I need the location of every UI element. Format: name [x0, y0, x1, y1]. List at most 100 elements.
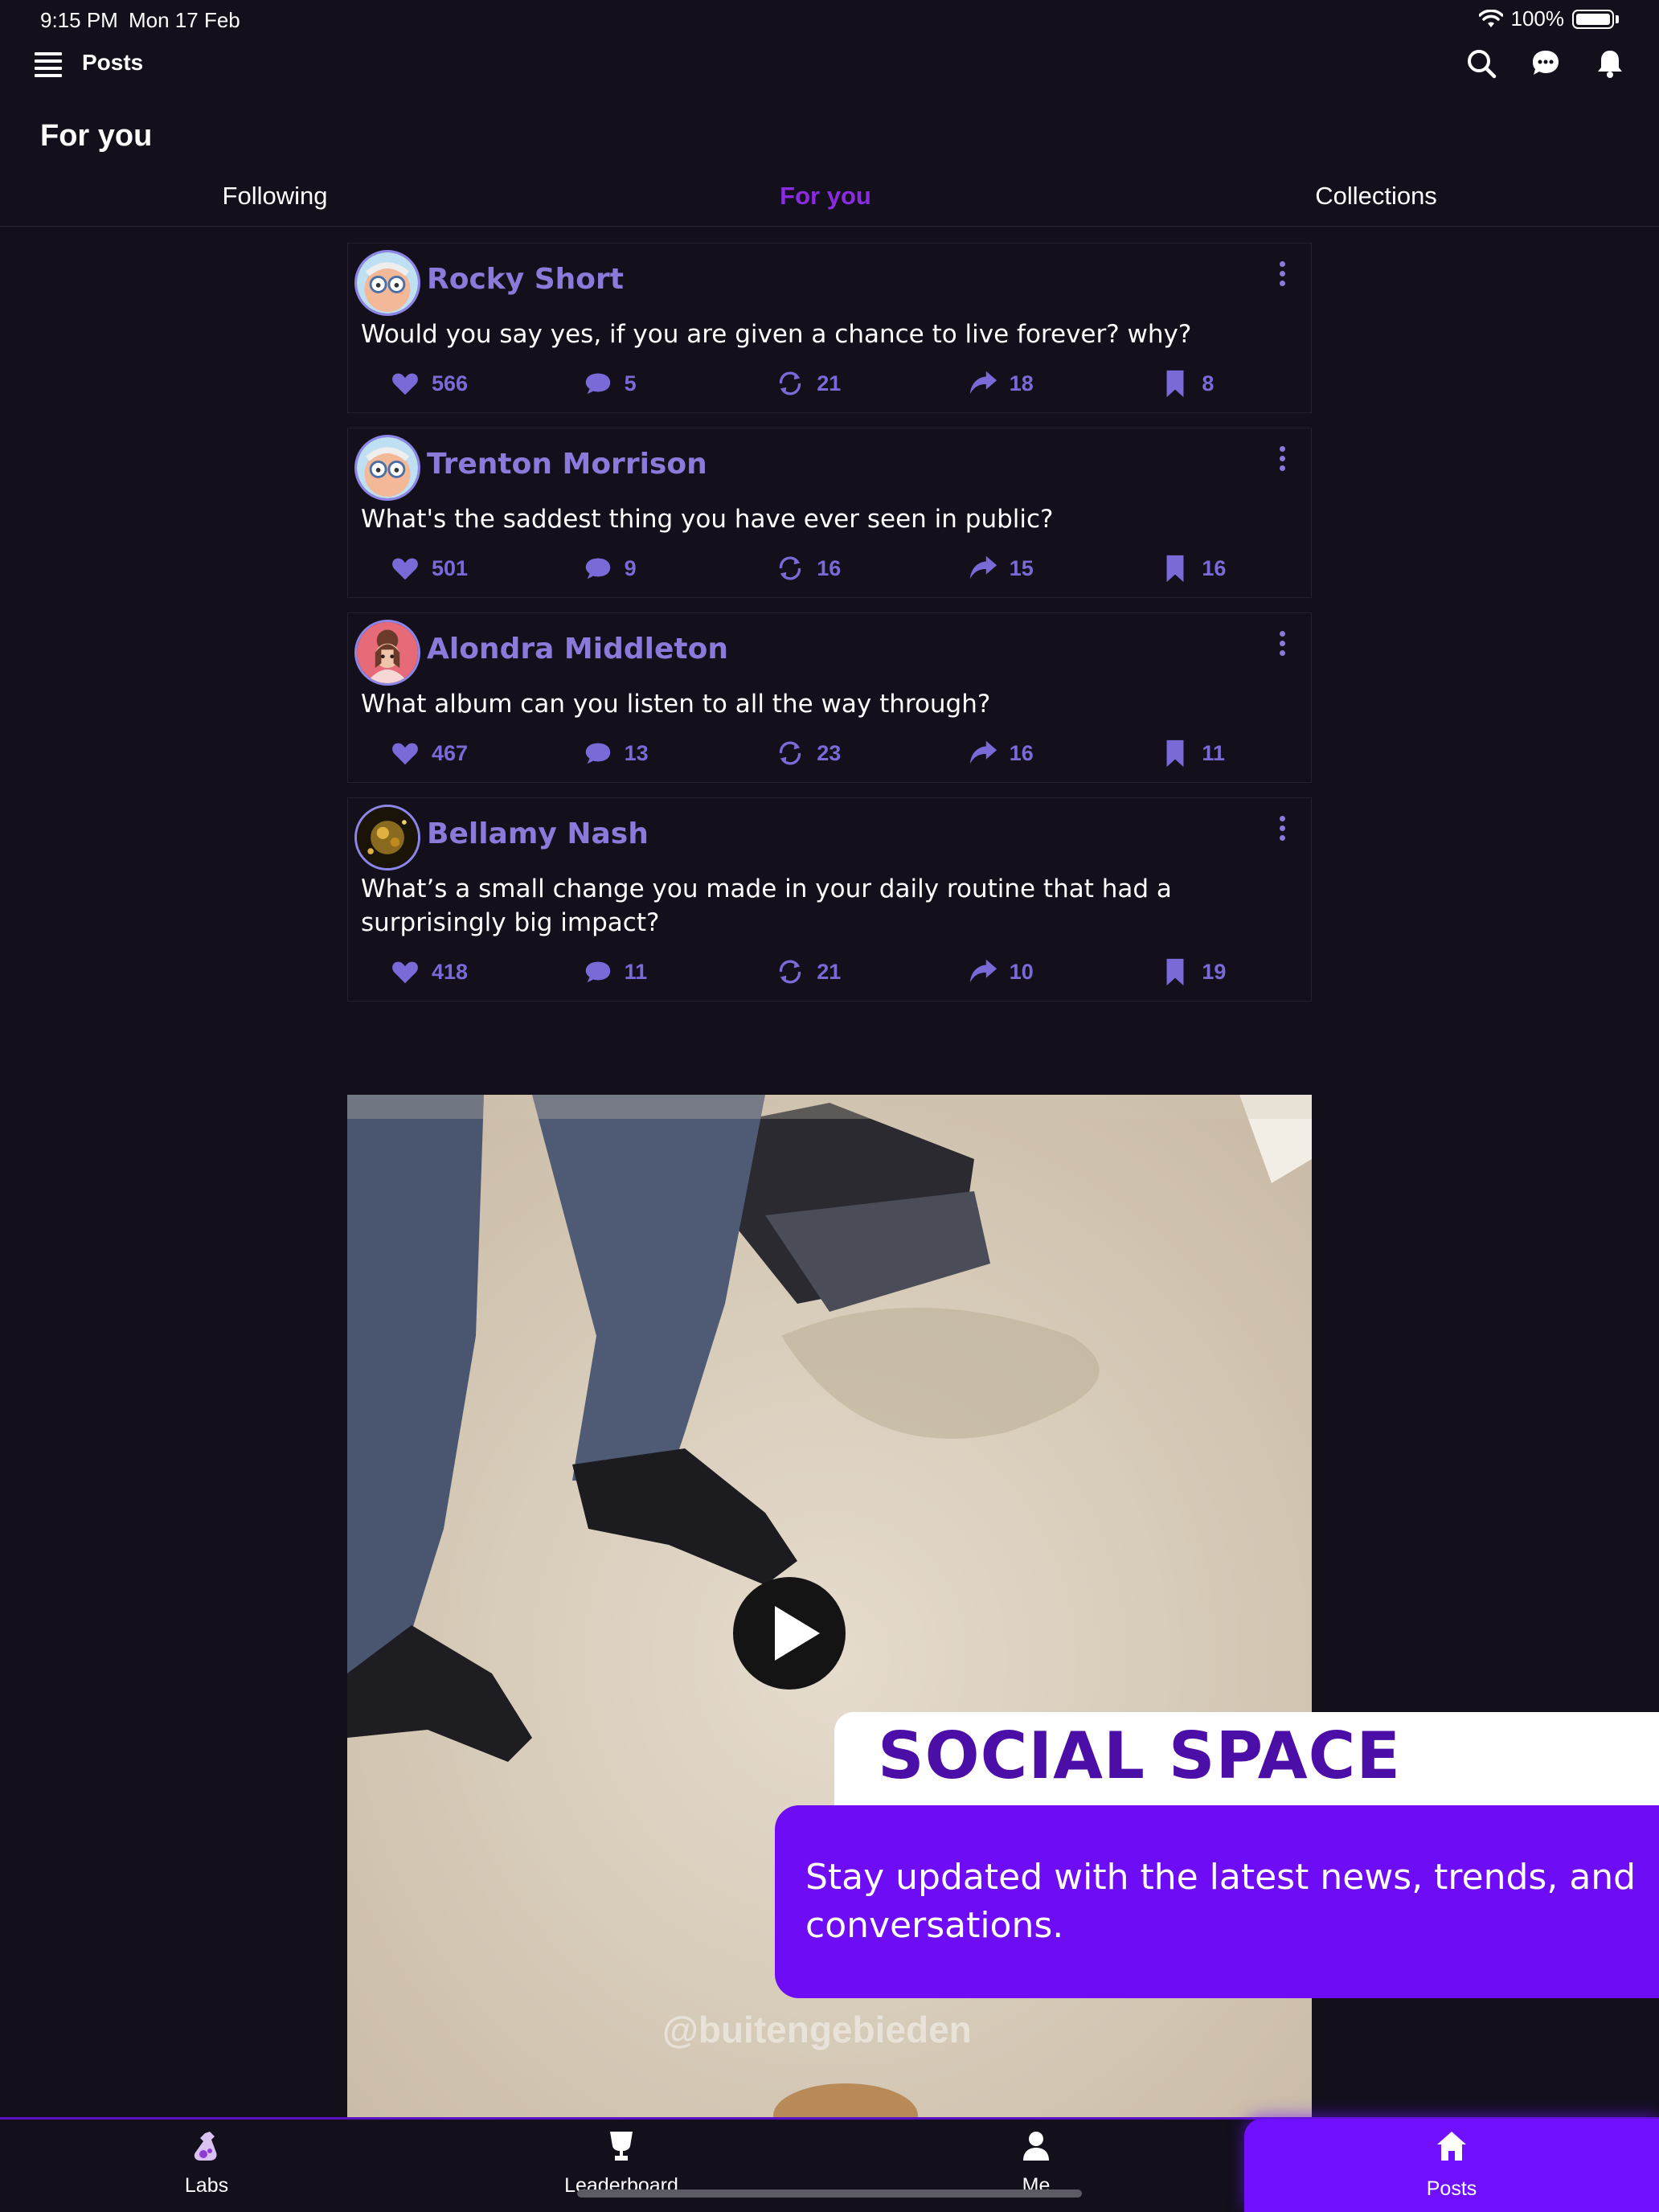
- comment-icon: [585, 558, 610, 580]
- bookmark-icon: [1166, 739, 1184, 768]
- bookmark-icon: [1166, 555, 1184, 583]
- share-button[interactable]: 16: [926, 738, 1119, 768]
- heart-icon: [392, 743, 418, 765]
- nav-labs-label: Labs: [184, 2174, 229, 2197]
- avatar[interactable]: [354, 620, 420, 686]
- like-button[interactable]: 501: [348, 553, 541, 584]
- post-card[interactable]: Alondra Middleton What album can you lis…: [347, 612, 1312, 783]
- heart-icon: [392, 961, 418, 984]
- post-actions: 467 13 23 16 11: [348, 721, 1311, 782]
- avatar[interactable]: [354, 805, 420, 870]
- repost-count: 21: [817, 371, 842, 395]
- feed-tabs: Following For you Collections: [0, 174, 1659, 227]
- tab-following[interactable]: Following: [223, 182, 328, 211]
- comment-count: 9: [624, 555, 637, 580]
- share-button[interactable]: 18: [926, 368, 1119, 399]
- like-button[interactable]: 566: [348, 368, 541, 399]
- bookmark-button[interactable]: 11: [1118, 738, 1311, 768]
- more-options-icon[interactable]: [1277, 816, 1287, 845]
- bookmark-icon: [1166, 370, 1184, 398]
- repost-icon: [780, 371, 801, 395]
- avatar[interactable]: [354, 250, 420, 316]
- person-icon: [1023, 2132, 1049, 2161]
- status-bar: 9:15 PM Mon 17 Feb 100%: [0, 0, 1659, 39]
- status-right: 100%: [1478, 6, 1619, 31]
- menu-icon[interactable]: [32, 48, 64, 80]
- share-count: 18: [1009, 371, 1034, 395]
- avatar[interactable]: [354, 435, 420, 501]
- more-options-icon[interactable]: [1277, 631, 1287, 660]
- bookmark-count: 11: [1202, 740, 1225, 765]
- bell-icon[interactable]: [1593, 47, 1627, 80]
- post-author[interactable]: Rocky Short: [427, 263, 624, 296]
- battery-icon: [1572, 9, 1614, 29]
- tab-for-you[interactable]: For you: [780, 182, 871, 211]
- comment-button[interactable]: 5: [541, 368, 734, 399]
- battery-tip: [1616, 14, 1619, 23]
- heart-icon: [392, 558, 418, 580]
- promo-title-card: SOCIAL SPACE: [834, 1712, 1659, 1805]
- comment-button[interactable]: 13: [541, 738, 734, 768]
- nav-posts[interactable]: Posts: [1371, 2128, 1532, 2201]
- repost-count: 16: [817, 555, 842, 580]
- comment-count: 11: [624, 959, 648, 984]
- wifi-icon: [1478, 9, 1503, 27]
- repost-count: 21: [817, 959, 842, 984]
- comment-button[interactable]: 11: [541, 956, 734, 987]
- post-actions: 501 9 16 15 16: [348, 536, 1311, 597]
- status-time: 9:15 PM: [40, 8, 118, 32]
- home-indicator[interactable]: [577, 2189, 1082, 2198]
- bookmark-button[interactable]: 19: [1118, 956, 1311, 987]
- post-text: What album can you listen to all the way…: [361, 690, 991, 719]
- share-count: 16: [1009, 740, 1034, 765]
- post-author[interactable]: Trenton Morrison: [427, 448, 707, 481]
- video-watermark: @buitengebieden: [662, 2009, 972, 2050]
- repost-icon: [780, 741, 801, 765]
- like-count: 501: [432, 555, 469, 580]
- search-icon[interactable]: [1464, 47, 1498, 80]
- bookmark-icon: [1166, 958, 1184, 986]
- share-icon: [969, 959, 997, 983]
- comment-icon: [585, 961, 610, 983]
- repost-button[interactable]: 23: [733, 738, 926, 768]
- like-button[interactable]: 418: [348, 956, 541, 987]
- share-button[interactable]: 10: [926, 956, 1119, 987]
- promo-title: SOCIAL SPACE: [878, 1718, 1402, 1793]
- home-icon: [1437, 2132, 1466, 2161]
- post-card[interactable]: Bellamy Nash What’s a small change you m…: [347, 797, 1312, 1002]
- nav-labs[interactable]: Labs: [126, 2128, 287, 2198]
- post-text: What's the saddest thing you have ever s…: [361, 505, 1054, 534]
- repost-button[interactable]: 21: [733, 956, 926, 987]
- more-options-icon[interactable]: [1277, 446, 1287, 475]
- nav-leaderboard[interactable]: Leaderboard: [541, 2128, 702, 2198]
- repost-icon: [780, 556, 801, 580]
- page-title: For you: [40, 119, 153, 153]
- play-button[interactable]: [733, 1577, 846, 1690]
- post-author[interactable]: Alondra Middleton: [427, 633, 728, 666]
- like-button[interactable]: 467: [348, 738, 541, 768]
- share-icon: [969, 371, 997, 395]
- heart-icon: [392, 373, 418, 395]
- app-bar-actions: [1464, 47, 1627, 80]
- bookmark-button[interactable]: 16: [1118, 553, 1311, 584]
- bookmark-count: 19: [1202, 959, 1227, 984]
- repost-button[interactable]: 21: [733, 368, 926, 399]
- nav-me[interactable]: Me: [956, 2128, 1116, 2198]
- post-card[interactable]: Rocky Short Would you say yes, if you ar…: [347, 243, 1312, 413]
- trophy-icon: [610, 2132, 633, 2161]
- bookmark-count: 8: [1202, 371, 1215, 395]
- chat-icon[interactable]: [1529, 47, 1563, 80]
- share-icon: [969, 555, 997, 580]
- like-count: 467: [432, 740, 469, 765]
- share-button[interactable]: 15: [926, 553, 1119, 584]
- post-card[interactable]: Trenton Morrison What's the saddest thin…: [347, 428, 1312, 598]
- comment-icon: [585, 373, 610, 395]
- more-options-icon[interactable]: [1277, 261, 1287, 290]
- comment-button[interactable]: 9: [541, 553, 734, 584]
- tab-collections[interactable]: Collections: [1315, 182, 1437, 211]
- share-icon: [969, 740, 997, 764]
- bookmark-button[interactable]: 8: [1118, 368, 1311, 399]
- app-bar: Posts: [0, 40, 1659, 88]
- post-author[interactable]: Bellamy Nash: [427, 817, 649, 850]
- repost-button[interactable]: 16: [733, 553, 926, 584]
